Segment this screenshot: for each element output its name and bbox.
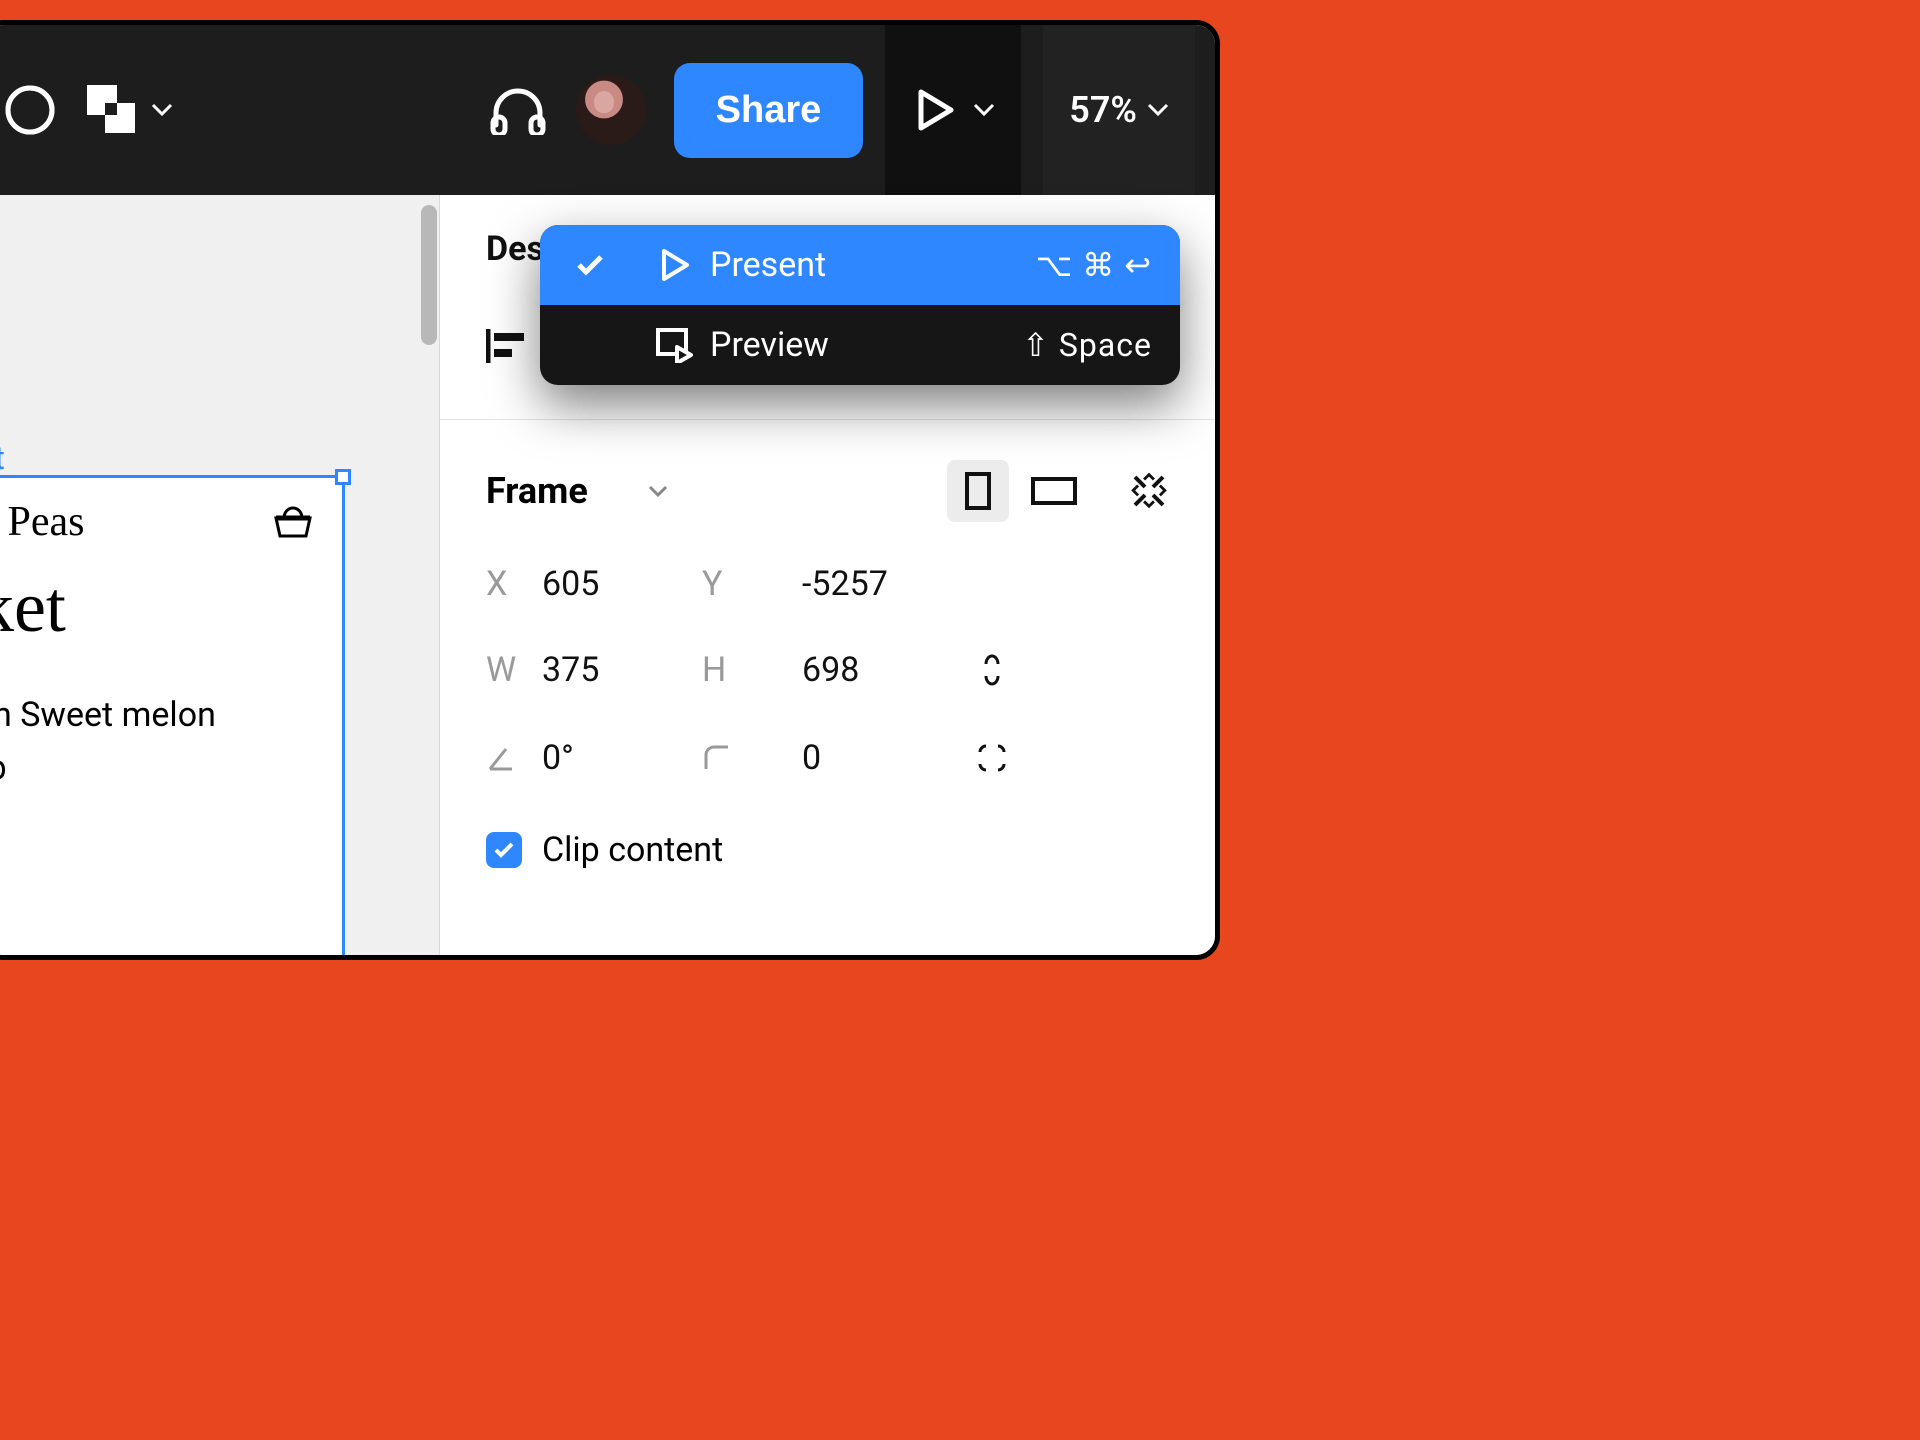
- resize-handle[interactable]: [335, 469, 351, 485]
- share-button[interactable]: Share: [674, 63, 864, 158]
- w-label: W: [486, 650, 542, 690]
- preview-icon: [640, 327, 710, 363]
- chevron-down-icon: [151, 103, 173, 117]
- x-input[interactable]: 605: [542, 564, 702, 604]
- independent-corners-icon[interactable]: [962, 736, 1022, 780]
- height-input[interactable]: 698: [802, 650, 962, 690]
- mock-brand-text: d Peas: [0, 498, 85, 546]
- clip-content-checkbox[interactable]: [486, 832, 522, 868]
- h-label: H: [702, 650, 802, 690]
- width-input[interactable]: 375: [542, 650, 702, 690]
- dropdown-item-preview[interactable]: Preview ⇧ Space: [540, 305, 1180, 385]
- rotation-input[interactable]: 0°: [542, 738, 702, 778]
- x-label: X: [486, 564, 542, 604]
- basket-icon: [272, 504, 314, 540]
- keyboard-shortcut: ⌥ ⌘ ↩: [1035, 246, 1152, 284]
- top-toolbar: Share 57%: [0, 25, 1215, 195]
- mock-list-item: imson Sweet melon .89/lb: [0, 669, 342, 794]
- canvas-pane[interactable]: sket d Peas asket imson Sweet melon .89/…: [0, 195, 440, 955]
- chevron-down-icon: [1147, 103, 1169, 117]
- portrait-orientation-button[interactable]: [947, 460, 1009, 522]
- corner-radius-input[interactable]: 0: [802, 738, 962, 778]
- dropdown-item-label: Preview: [710, 325, 1022, 365]
- zoom-value: 57%: [1069, 89, 1137, 131]
- keyboard-shortcut: ⇧ Space: [1022, 326, 1152, 364]
- corner-radius-icon: [702, 743, 802, 773]
- zoom-control[interactable]: 57%: [1043, 25, 1195, 195]
- check-icon: [540, 253, 640, 277]
- dropdown-item-present[interactable]: Present ⌥ ⌘ ↩: [540, 225, 1180, 305]
- y-input[interactable]: -5257: [802, 564, 962, 604]
- y-label: Y: [702, 564, 802, 604]
- selection-outline[interactable]: d Peas asket imson Sweet melon .89/lb: [0, 475, 345, 955]
- app-window: Share 57% sket d Peas: [0, 20, 1220, 960]
- headphones-icon[interactable]: [488, 85, 548, 135]
- resize-to-fit-icon[interactable]: [1099, 471, 1169, 511]
- clip-content-label: Clip content: [542, 830, 723, 870]
- dark-mode-icon[interactable]: [5, 85, 55, 135]
- mock-page-title: asket: [0, 556, 342, 669]
- rotation-icon: [486, 743, 542, 773]
- present-dropdown: Present ⌥ ⌘ ↩ Preview ⇧ Space: [540, 225, 1180, 385]
- dropdown-item-label: Present: [710, 245, 1035, 285]
- landscape-orientation-button[interactable]: [1023, 460, 1085, 522]
- constrain-proportions-icon[interactable]: [962, 648, 1022, 692]
- chevron-down-icon: [648, 485, 668, 497]
- avatar[interactable]: [576, 75, 646, 145]
- frame-type-dropdown[interactable]: Frame: [486, 470, 588, 512]
- chevron-down-icon[interactable]: [973, 103, 995, 117]
- present-button[interactable]: [885, 25, 1021, 195]
- shape-tools-button[interactable]: [83, 81, 173, 139]
- play-icon: [640, 247, 710, 283]
- scrollbar-thumb[interactable]: [421, 205, 437, 345]
- frame-label[interactable]: sket: [0, 439, 5, 477]
